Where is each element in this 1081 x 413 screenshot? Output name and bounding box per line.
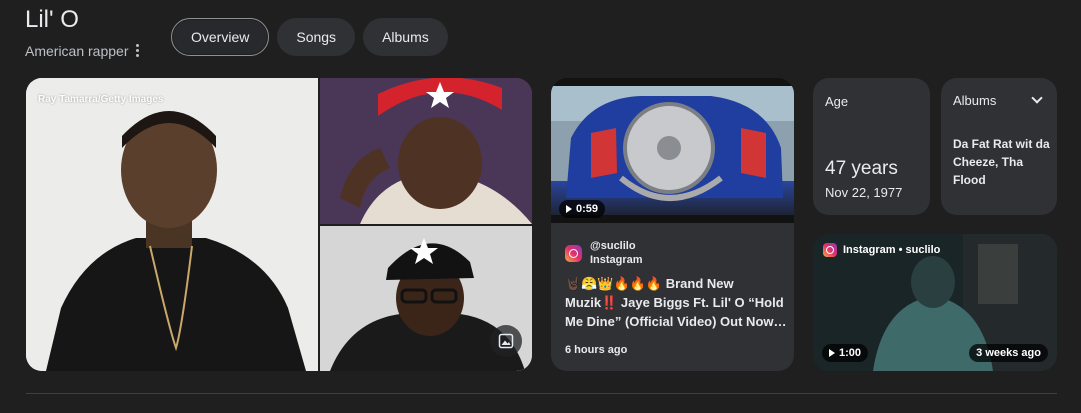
tab-songs[interactable]: Songs (277, 18, 356, 56)
main-photo-image (26, 78, 318, 371)
top-right-photo-image (320, 78, 532, 224)
divider (26, 393, 1057, 394)
video-duration-text: 0:59 (576, 203, 599, 215)
photo-top-right[interactable] (320, 78, 532, 224)
tab-overview[interactable]: Overview (171, 18, 270, 56)
birth-date: Nov 22, 1977 (825, 185, 903, 200)
photo-collage: Ray Tamarra/Getty Images (26, 78, 532, 371)
instagram-video-card[interactable]: 0:59 @suclilo Instagram 🤘🏿😤👑🔥🔥🔥 Brand Ne… (551, 78, 794, 371)
age-label: Age (825, 94, 849, 109)
instagram-icon (565, 244, 582, 262)
video-time-ago: 6 hours ago (565, 344, 628, 356)
page-title: Lil' O (25, 6, 79, 33)
main-photo[interactable]: Ray Tamarra/Getty Images (26, 78, 318, 371)
photo-credit: Ray Tamarra/Getty Images (38, 94, 164, 105)
albums-label: Albums (953, 93, 997, 108)
source-platform: Instagram (590, 254, 643, 266)
tab-bar: Overview Songs Albums (171, 18, 448, 56)
albums-card[interactable]: Albums Da Fat Rat wit da Cheeze, Tha Flo… (941, 78, 1057, 215)
image-search-button[interactable] (490, 325, 522, 357)
play-icon (829, 349, 835, 357)
instagram-video-card-2[interactable]: Instagram • suclilo 1:00 3 weeks ago (813, 234, 1057, 371)
age-card[interactable]: Age 47 years Nov 22, 1977 (813, 78, 930, 215)
play-icon (566, 205, 572, 213)
video-source: @suclilo Instagram (565, 239, 643, 267)
instagram-icon (823, 243, 837, 257)
source-handle: @suclilo (590, 240, 636, 252)
chevron-down-icon[interactable] (1031, 92, 1043, 104)
age-value: 47 years (825, 158, 898, 179)
video2-source-text: Instagram • suclilo (843, 244, 941, 256)
tab-albums[interactable]: Albums (363, 18, 448, 56)
more-options-icon[interactable] (131, 42, 143, 58)
albums-list: Da Fat Rat wit da Cheeze, Tha Flood (953, 137, 1050, 187)
video2-duration-text: 1:00 (839, 347, 862, 359)
entity-subtitle: American rapper (25, 43, 129, 59)
video2-source: Instagram • suclilo (823, 243, 940, 257)
video-caption: 🤘🏿😤👑🔥🔥🔥 Brand New Muzik‼️ Jaye Biggs Ft.… (565, 276, 787, 329)
video2-duration: 1:00 (822, 344, 869, 362)
video2-time-ago: 3 weeks ago (969, 344, 1048, 362)
video-thumbnail: 0:59 (551, 78, 794, 223)
photo-bottom-right[interactable] (320, 226, 532, 371)
video-duration: 0:59 (559, 200, 606, 218)
image-icon (498, 333, 514, 349)
